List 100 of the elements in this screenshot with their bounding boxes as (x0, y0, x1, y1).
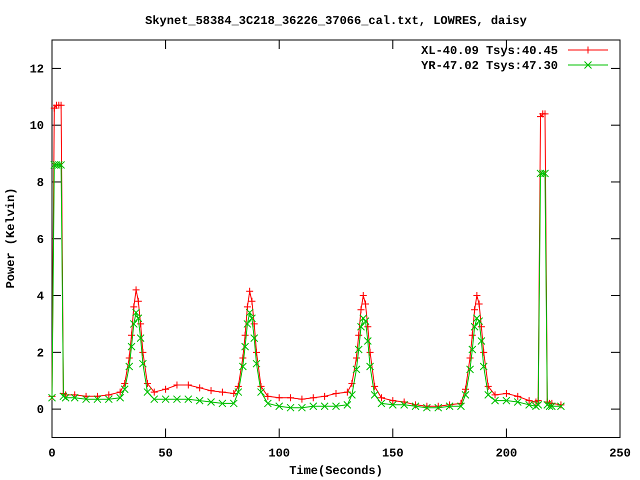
data-point (128, 331, 136, 340)
data-point (172, 395, 181, 404)
data-point (309, 394, 318, 402)
data-point (264, 399, 272, 408)
data-point (150, 395, 158, 404)
data-point (477, 322, 486, 331)
legend-label: XL-40.09 Tsys:40.45 (421, 44, 558, 58)
data-point (543, 400, 552, 409)
data-point (218, 388, 226, 396)
data-point (184, 380, 192, 389)
data-point (70, 390, 79, 399)
data-point (52, 160, 61, 169)
data-point (82, 392, 90, 400)
data-point (548, 402, 556, 410)
x-tick-label: 150 (382, 446, 404, 460)
data-point (250, 320, 258, 328)
data-point (343, 400, 352, 409)
data-point (536, 112, 544, 121)
data-point (134, 297, 142, 306)
y-tick-label: 0 (36, 403, 44, 418)
data-point (230, 399, 238, 408)
data-point (332, 402, 340, 410)
data-point (143, 380, 152, 388)
data-point (120, 385, 129, 394)
data-point (252, 348, 260, 356)
data-point (59, 392, 68, 400)
y-tick-label: 12 (30, 62, 44, 76)
data-point (207, 398, 216, 406)
data-point (472, 292, 481, 300)
data-point (538, 169, 547, 178)
data-point (104, 395, 113, 404)
data-point (491, 390, 500, 399)
data-point (50, 104, 58, 112)
data-point (548, 399, 556, 408)
data-point (184, 395, 192, 404)
data-point (456, 402, 465, 410)
y-tick-label: 2 (36, 346, 44, 360)
data-point (370, 390, 379, 399)
data-point (546, 402, 554, 410)
data-point (257, 388, 266, 396)
data-point (525, 396, 534, 405)
legend-label: YR-47.02 Tsys:47.30 (421, 59, 558, 73)
data-point (477, 336, 486, 345)
data-point (275, 402, 284, 410)
data-point (532, 402, 540, 410)
data-point (120, 380, 129, 388)
data-point (525, 400, 534, 409)
data-point (136, 320, 145, 328)
data-point (138, 360, 147, 368)
x-tick-label: 250 (609, 446, 631, 460)
data-point (196, 384, 204, 392)
data-point (116, 394, 124, 402)
data-point (264, 392, 272, 400)
data-point (130, 302, 138, 311)
data-point (354, 345, 363, 354)
data-point (541, 169, 550, 178)
data-point (348, 380, 356, 388)
data-point (472, 314, 481, 322)
data-point (50, 160, 58, 169)
data-point (93, 392, 102, 400)
data-point (320, 392, 329, 400)
data-point (348, 390, 356, 399)
data-point (248, 314, 256, 322)
data-point (377, 394, 386, 402)
data-point (207, 386, 216, 395)
data-point (218, 399, 226, 408)
data-point (246, 308, 254, 317)
chart-title: Skynet_58384_3C218_36226_37066_cal.txt, LOWRES, daisy (145, 14, 527, 28)
data-point (250, 334, 258, 342)
data-point (352, 365, 360, 374)
data-point (484, 382, 492, 390)
data-point (491, 396, 500, 405)
data-point (456, 399, 465, 408)
data-point (366, 362, 374, 371)
data-point (480, 362, 488, 371)
data-point (502, 396, 510, 405)
data-point (480, 348, 488, 356)
data-point (468, 331, 476, 340)
data-point (128, 342, 136, 351)
x-tick-label: 0 (48, 446, 56, 460)
data-point (62, 394, 70, 402)
data-point (286, 394, 295, 402)
data-point (332, 390, 340, 398)
data-point (475, 300, 484, 308)
data-point (298, 395, 306, 404)
data-point (388, 396, 397, 405)
data-point (468, 345, 476, 354)
legend-marker (568, 61, 608, 69)
data-point (359, 314, 368, 322)
data-point (162, 385, 170, 394)
x-tick-label: 50 (158, 446, 173, 460)
data-point (536, 169, 544, 178)
data-point (475, 317, 484, 326)
data-point (150, 388, 158, 396)
data-point (343, 388, 352, 396)
data-point (138, 348, 147, 356)
data-point (298, 404, 306, 412)
data-point (354, 331, 363, 340)
data-point (125, 362, 134, 371)
data-point (241, 331, 250, 340)
